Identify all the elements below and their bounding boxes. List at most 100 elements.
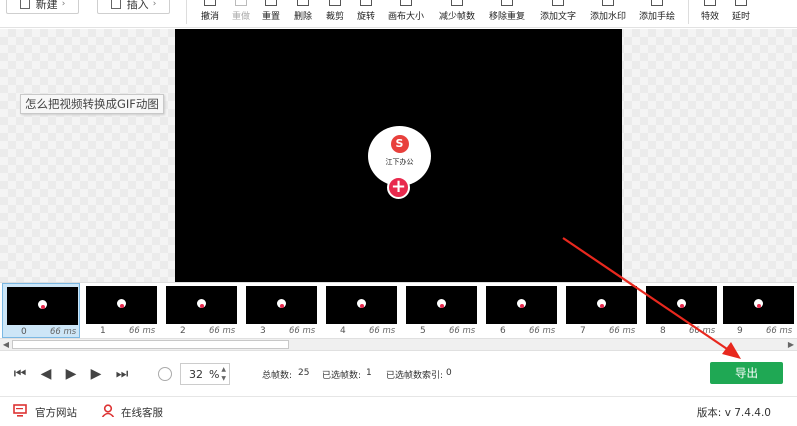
export-button[interactable]: 导出 [710, 362, 783, 384]
frame-image [7, 287, 78, 325]
frame-thumbnail-5[interactable]: 5 66 ms [402, 283, 480, 338]
frame-duration: 66 ms [289, 326, 316, 336]
add-button[interactable]: + [387, 176, 410, 199]
logo-dot-icon [597, 299, 606, 308]
crop-icon [329, 0, 341, 6]
insert-button[interactable]: 插入 › [97, 0, 170, 14]
delete-icon [297, 0, 309, 6]
first-frame-icon[interactable]: ⏮ [12, 366, 28, 382]
delay-button[interactable]: 延时 [728, 0, 754, 26]
new-file-icon [19, 0, 30, 9]
crop-button[interactable]: 裁剪 [322, 0, 348, 26]
add-watermark-button[interactable]: 添加水印 [585, 0, 631, 26]
playback-controls: ⏮ ◀ ▶ ▶ ⏭ 32 % ▲ ▼ 总帧数: 25 已选帧数: 1 已选帧数索引… [0, 352, 797, 396]
remove-duplicates-button[interactable]: 移除重复 [484, 0, 530, 26]
add-text-label: 添加文字 [539, 12, 576, 22]
play-icon[interactable]: ▶ [63, 366, 79, 382]
delete-button[interactable]: 删除 [290, 0, 316, 26]
logo-dot-icon [517, 299, 526, 308]
website-link[interactable]: 官方网站 [35, 405, 77, 420]
video-caption: 怎么把视频转换成GIF动图 [20, 94, 164, 114]
frame-thumbnail-0[interactable]: 0 66 ms [2, 283, 80, 338]
frame-duration: 66 ms [50, 327, 77, 337]
support-link[interactable]: 在线客服 [121, 405, 163, 420]
frame-image [486, 286, 557, 324]
add-watermark-label: 添加水印 [589, 12, 626, 22]
frame-image [406, 286, 477, 324]
frame-image [166, 286, 237, 324]
version-info: 版本: v 7.4.4.0 [697, 405, 771, 420]
toolbar-divider [688, 0, 689, 24]
frame-duration: 66 ms [209, 326, 236, 336]
logo-dot-icon [437, 299, 446, 308]
effects-label: 特效 [700, 12, 719, 22]
scroll-left-icon[interactable]: ◀ [0, 339, 12, 350]
reduce-frames-label: 减少帧数 [438, 12, 475, 22]
zoom-value[interactable]: 32 [189, 368, 203, 381]
reset-button[interactable]: 重置 [258, 0, 284, 26]
zoom-icon [158, 367, 172, 381]
frame-duration: 66 ms [529, 326, 556, 336]
scroll-right-icon[interactable]: ▶ [785, 339, 797, 350]
canvas-size-button[interactable]: 画布大小 [383, 0, 429, 26]
frame-thumbnail-9[interactable]: 9 66 ms [719, 283, 797, 338]
remove-duplicates-label: 移除重复 [488, 12, 525, 22]
selected-index-label: 已选帧数索引: [386, 371, 444, 381]
rotate-icon [360, 0, 372, 6]
add-text-icon [552, 0, 564, 6]
undo-button[interactable]: 撤消 [197, 0, 223, 26]
frame-duration: 66 ms [766, 326, 793, 336]
rotate-button[interactable]: 旋转 [353, 0, 379, 26]
logo-dot-icon [357, 299, 366, 308]
filmstrip-scrollbar[interactable]: ◀ ▶ [0, 338, 797, 351]
version-value: v 7.4.4.0 [724, 407, 771, 419]
frame-duration: 66 ms [369, 326, 396, 336]
toolbar: 新建 › 插入 › 撤消 重做 重置 删除 裁剪 旋转 画布大小 减少帧数 移除… [0, 0, 797, 28]
frame-thumbnail-8[interactable]: 8 66 ms [642, 283, 720, 338]
last-frame-icon[interactable]: ⏭ [114, 366, 130, 382]
frame-thumbnail-4[interactable]: 4 66 ms [322, 283, 400, 338]
frame-duration: 66 ms [449, 326, 476, 336]
redo-icon [235, 0, 247, 6]
frame-thumbnail-3[interactable]: 3 66 ms [242, 283, 320, 338]
undo-label: 撤消 [200, 12, 219, 22]
frame-index: 6 [500, 326, 506, 336]
effects-button[interactable]: 特效 [697, 0, 723, 26]
logo-dot-icon [277, 299, 286, 308]
prev-frame-icon[interactable]: ◀ [38, 366, 54, 382]
frame-index: 3 [260, 326, 266, 336]
monitor-icon [13, 404, 27, 417]
app-window: 新建 › 插入 › 撤消 重做 重置 删除 裁剪 旋转 画布大小 减少帧数 移除… [0, 0, 797, 426]
canvas-size-icon [400, 0, 412, 6]
frame-duration: 66 ms [689, 326, 716, 336]
frame-index: 8 [660, 326, 666, 336]
version-label: 版本: [696, 407, 722, 419]
frame-index: 9 [737, 326, 743, 336]
add-drawing-icon [651, 0, 663, 6]
frame-thumbnail-1[interactable]: 1 66 ms [82, 283, 160, 338]
frame-image [566, 286, 637, 324]
logo-dot-icon [117, 299, 126, 308]
frame-duration: 66 ms [129, 326, 156, 336]
zoom-stepper[interactable]: 32 % ▲ ▼ [180, 363, 230, 385]
footer: 官方网站 在线客服 版本: v 7.4.4.0 [0, 396, 797, 426]
selected-frames-value: 1 [366, 368, 372, 378]
logo-dot-icon [754, 299, 763, 308]
selected-frames-label: 已选帧数: [322, 371, 362, 381]
stepper-arrows-icon[interactable]: ▲ ▼ [221, 365, 226, 383]
next-frame-icon[interactable]: ▶ [88, 366, 104, 382]
reduce-frames-button[interactable]: 减少帧数 [434, 0, 480, 26]
add-drawing-button[interactable]: 添加手绘 [634, 0, 680, 26]
add-text-button[interactable]: 添加文字 [535, 0, 581, 26]
frame-thumbnail-2[interactable]: 2 66 ms [162, 283, 240, 338]
new-button[interactable]: 新建 › [6, 0, 79, 14]
scrollbar-thumb[interactable] [12, 340, 289, 349]
redo-button[interactable]: 重做 [228, 0, 254, 26]
frame-thumbnail-7[interactable]: 7 66 ms [562, 283, 640, 338]
frame-thumbnail-6[interactable]: 6 66 ms [482, 283, 560, 338]
logo-mark-icon: S [390, 135, 409, 153]
frame-index: 2 [180, 326, 186, 336]
total-frames-label: 总帧数: [262, 371, 293, 381]
frame-duration: 66 ms [609, 326, 636, 336]
add-drawing-label: 添加手绘 [638, 12, 675, 22]
